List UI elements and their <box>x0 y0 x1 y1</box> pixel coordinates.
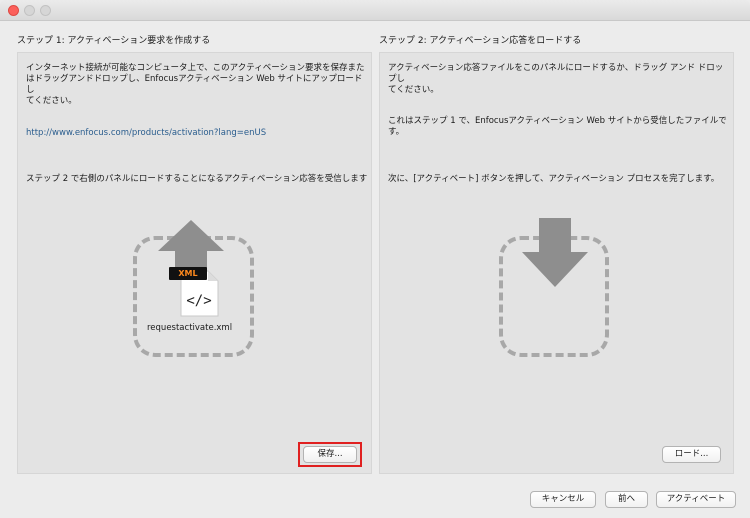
step2-instruction-line: アクティベーション応答ファイルをこのパネルにロードするか、ドラッグ アンド ドロ… <box>388 63 724 84</box>
cancel-button[interactable]: キャンセル <box>530 491 596 508</box>
step2-title: ステップ 2: アクティベーション応答をロードする <box>379 36 582 46</box>
step2-source-line: これはステップ 1 で、Enfocusアクティベーション Web サイトから受信… <box>388 116 727 126</box>
activation-link[interactable]: http://www.enfocus.com/products/activati… <box>26 128 266 139</box>
step1-instruction-line: てください。 <box>26 96 77 106</box>
step2-source-line: す。 <box>388 127 405 137</box>
step2-activate-note: 次に、[アクティベート] ボタンを押して、アクティベーション プロセスを完了しま… <box>388 174 720 184</box>
activate-button[interactable]: アクティベート <box>656 491 736 508</box>
load-button[interactable]: ロード... <box>662 446 721 463</box>
title-bar <box>0 0 750 21</box>
request-panel[interactable]: インターネット接続が可能なコンピュータ上で、このアクティベーション要求を保存また… <box>17 52 372 474</box>
svg-text:</>: </> <box>186 293 211 309</box>
step1-instructions: インターネット接続が可能なコンピュータ上で、このアクティベーション要求を保存また… <box>26 63 366 107</box>
step1-instruction-line: はドラッグアンドドロップし、Enfocusアクティベーション Web サイトにア… <box>26 74 363 95</box>
response-panel[interactable]: アクティベーション応答ファイルをこのパネルにロードするか、ドラッグ アンド ドロ… <box>379 52 734 474</box>
step2-source-note: これはステップ 1 で、Enfocusアクティベーション Web サイトから受信… <box>388 116 733 138</box>
activation-window: ステップ 1: アクティベーション要求を作成する インターネット接続が可能なコン… <box>0 0 750 518</box>
download-arrow-icon <box>522 218 588 287</box>
request-file-name: requestactivate.xml <box>147 323 233 333</box>
back-button[interactable]: 前へ <box>605 491 648 508</box>
step1-title: ステップ 1: アクティベーション要求を作成する <box>17 36 211 46</box>
step1-instruction-line: インターネット接続が可能なコンピュータ上で、このアクティベーション要求を保存また <box>26 63 365 73</box>
close-window-button[interactable] <box>8 5 19 16</box>
xml-badge: XML <box>169 267 207 280</box>
save-button[interactable]: 保存... <box>303 446 357 463</box>
xml-badge-label: XML <box>178 269 198 278</box>
step2-instruction-line: てください。 <box>388 85 439 95</box>
minimize-window-button[interactable] <box>24 5 35 16</box>
step1-response-note: ステップ 2 で右側のパネルにロードすることになるアクティベーション応答を受信し… <box>26 174 368 184</box>
zoom-window-button[interactable] <box>40 5 51 16</box>
step2-load-instructions: アクティベーション応答ファイルをこのパネルにロードするか、ドラッグ アンド ドロ… <box>388 63 728 96</box>
